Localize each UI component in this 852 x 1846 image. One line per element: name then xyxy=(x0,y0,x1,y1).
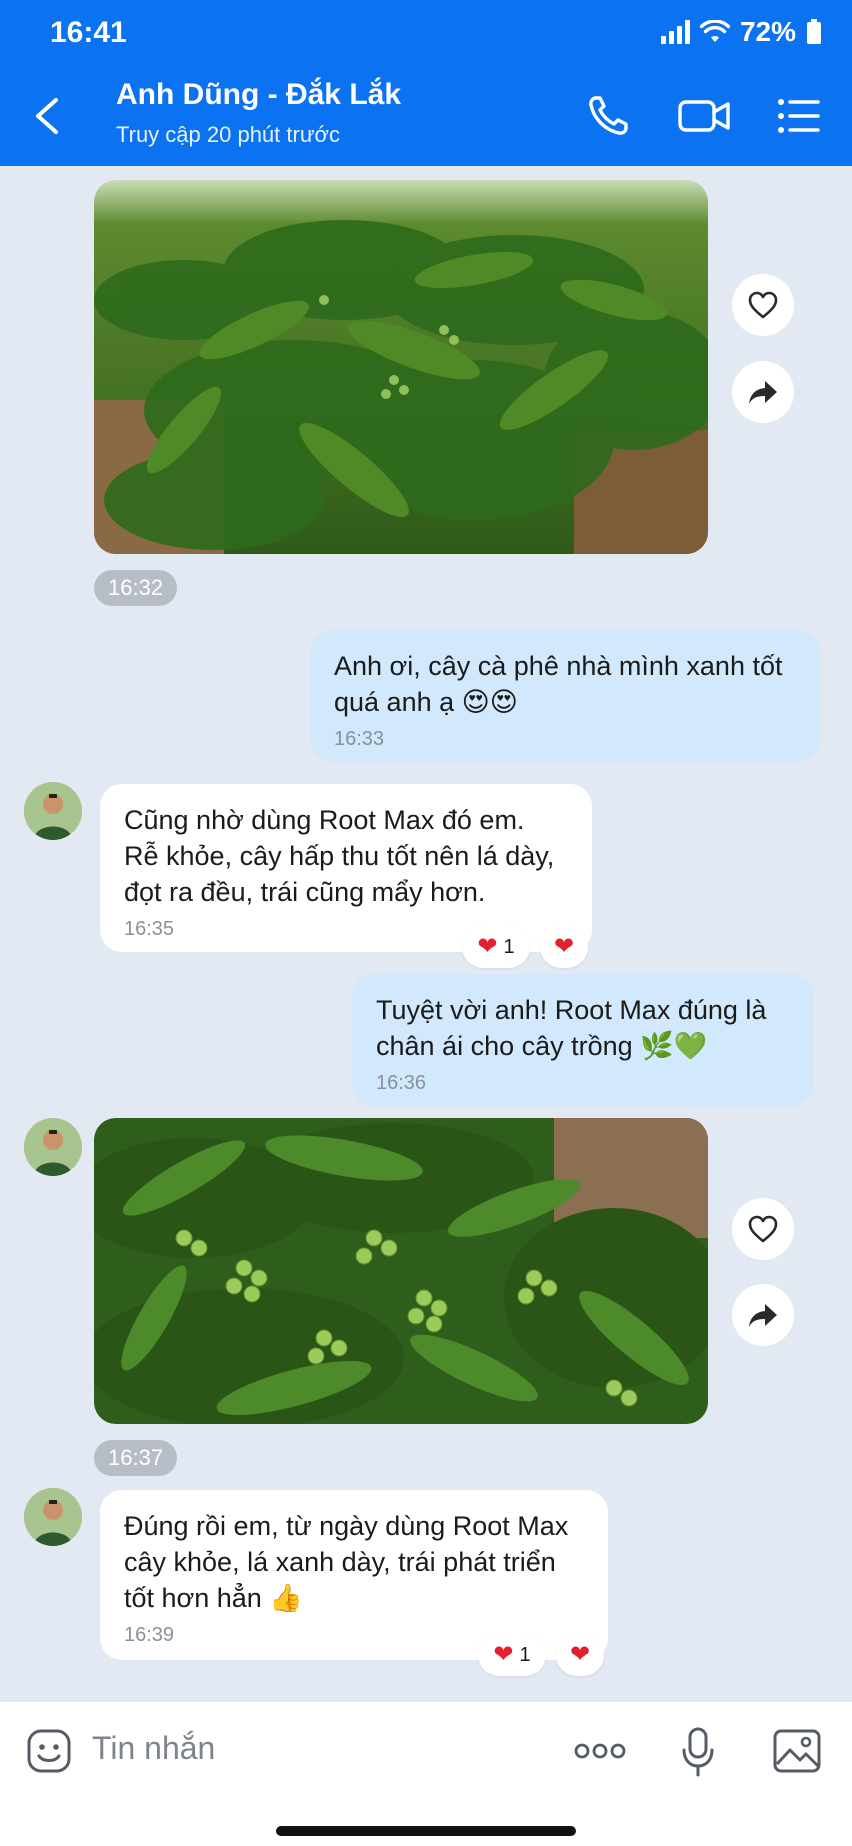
message-text: chân ái cho cây trồng xyxy=(376,1031,633,1061)
avatar[interactable] xyxy=(24,1118,82,1176)
like-button[interactable] xyxy=(732,274,794,336)
heart-icon: ❤ xyxy=(569,1641,591,1668)
heart-outline-icon xyxy=(748,291,778,319)
forward-button[interactable] xyxy=(732,1284,794,1346)
message-time: 16:33 xyxy=(334,728,385,750)
battery-icon xyxy=(807,19,821,44)
message-text: Đúng rồi em, từ ngày dùng Root Max xyxy=(124,1511,569,1541)
message-text: Rễ khỏe, cây hấp thu tốt nên lá dày, xyxy=(124,841,555,871)
menu-list-icon[interactable] xyxy=(776,92,822,140)
sticker-icon[interactable] xyxy=(26,1728,72,1774)
react-button[interactable]: ❤ xyxy=(540,926,588,968)
reaction-count: 1 xyxy=(519,1643,531,1666)
contact-name[interactable]: Anh Dũng - Đắk Lắk xyxy=(116,78,401,112)
last-seen-status: Truy cập 20 phút trước xyxy=(116,122,340,147)
coffee-tree-photo[interactable] xyxy=(94,180,708,554)
reaction-summary[interactable]: ❤ 1 xyxy=(462,926,530,968)
message-composer: Tin nhắn xyxy=(0,1702,852,1846)
status-indicators: 72% xyxy=(660,16,822,48)
message-text: tốt hơn hẳn xyxy=(124,1583,262,1613)
forward-icon xyxy=(749,381,777,404)
emoji: 👍 xyxy=(269,1583,303,1613)
phone-icon[interactable] xyxy=(584,92,632,140)
message-text: Anh ơi, cây cà phê nhà mình xanh tốt xyxy=(334,651,783,681)
message-input[interactable]: Tin nhắn xyxy=(92,1730,215,1767)
react-button[interactable]: ❤ xyxy=(556,1634,604,1676)
heart-icon: ❤ xyxy=(493,1641,514,1668)
message-time: 16:37 xyxy=(94,1440,178,1476)
avatar[interactable] xyxy=(24,782,82,840)
emoji: 🌿💚 xyxy=(640,1031,708,1061)
message-text: cây khỏe, lá xanh dày, trái phát triển xyxy=(124,1547,556,1577)
like-button[interactable] xyxy=(732,1198,794,1260)
battery-percent: 72% xyxy=(739,16,796,47)
forward-icon xyxy=(749,1304,777,1327)
video-call-icon[interactable] xyxy=(676,92,732,140)
message-text: đọt ra đều, trái cũng mẩy hơn. xyxy=(124,877,486,907)
back-icon[interactable] xyxy=(28,92,68,140)
forward-button[interactable] xyxy=(732,361,794,423)
avatar[interactable] xyxy=(24,1488,82,1546)
heart-outline-icon xyxy=(748,1215,778,1243)
outgoing-message[interactable]: Anh ơi, cây cà phê nhà mình xanh tốt quá… xyxy=(310,630,820,762)
more-dots-icon[interactable] xyxy=(574,1738,626,1764)
status-time: 16:41 xyxy=(50,16,127,49)
message-text: quá anh ạ xyxy=(334,687,455,717)
gallery-icon[interactable] xyxy=(772,1728,822,1774)
heart-icon: ❤ xyxy=(477,933,498,960)
microphone-icon[interactable] xyxy=(680,1726,716,1778)
message-time: 16:32 xyxy=(94,570,178,606)
message-time: 16:36 xyxy=(376,1072,427,1094)
emoji: 😍😍 xyxy=(461,687,518,717)
message-text: Cũng nhờ dùng Root Max đó em. xyxy=(124,805,525,835)
chat-header: 16:41 72% Anh Dũng - Đắk Lắk Truy cập 20… xyxy=(0,0,852,166)
outgoing-message[interactable]: Tuyệt vời anh! Root Max đúng là chân ái … xyxy=(352,974,814,1106)
home-indicator xyxy=(276,1826,576,1836)
reaction-count: 1 xyxy=(503,935,515,958)
heart-icon: ❤ xyxy=(553,933,575,960)
reaction-summary[interactable]: ❤ 1 xyxy=(478,1634,546,1676)
coffee-cherries-photo[interactable] xyxy=(94,1118,708,1424)
wifi-icon xyxy=(699,20,730,42)
signal-icon xyxy=(660,20,690,44)
message-text: Tuyệt vời anh! Root Max đúng là xyxy=(376,995,767,1025)
incoming-message[interactable]: Cũng nhờ dùng Root Max đó em. Rễ khỏe, c… xyxy=(100,784,592,952)
